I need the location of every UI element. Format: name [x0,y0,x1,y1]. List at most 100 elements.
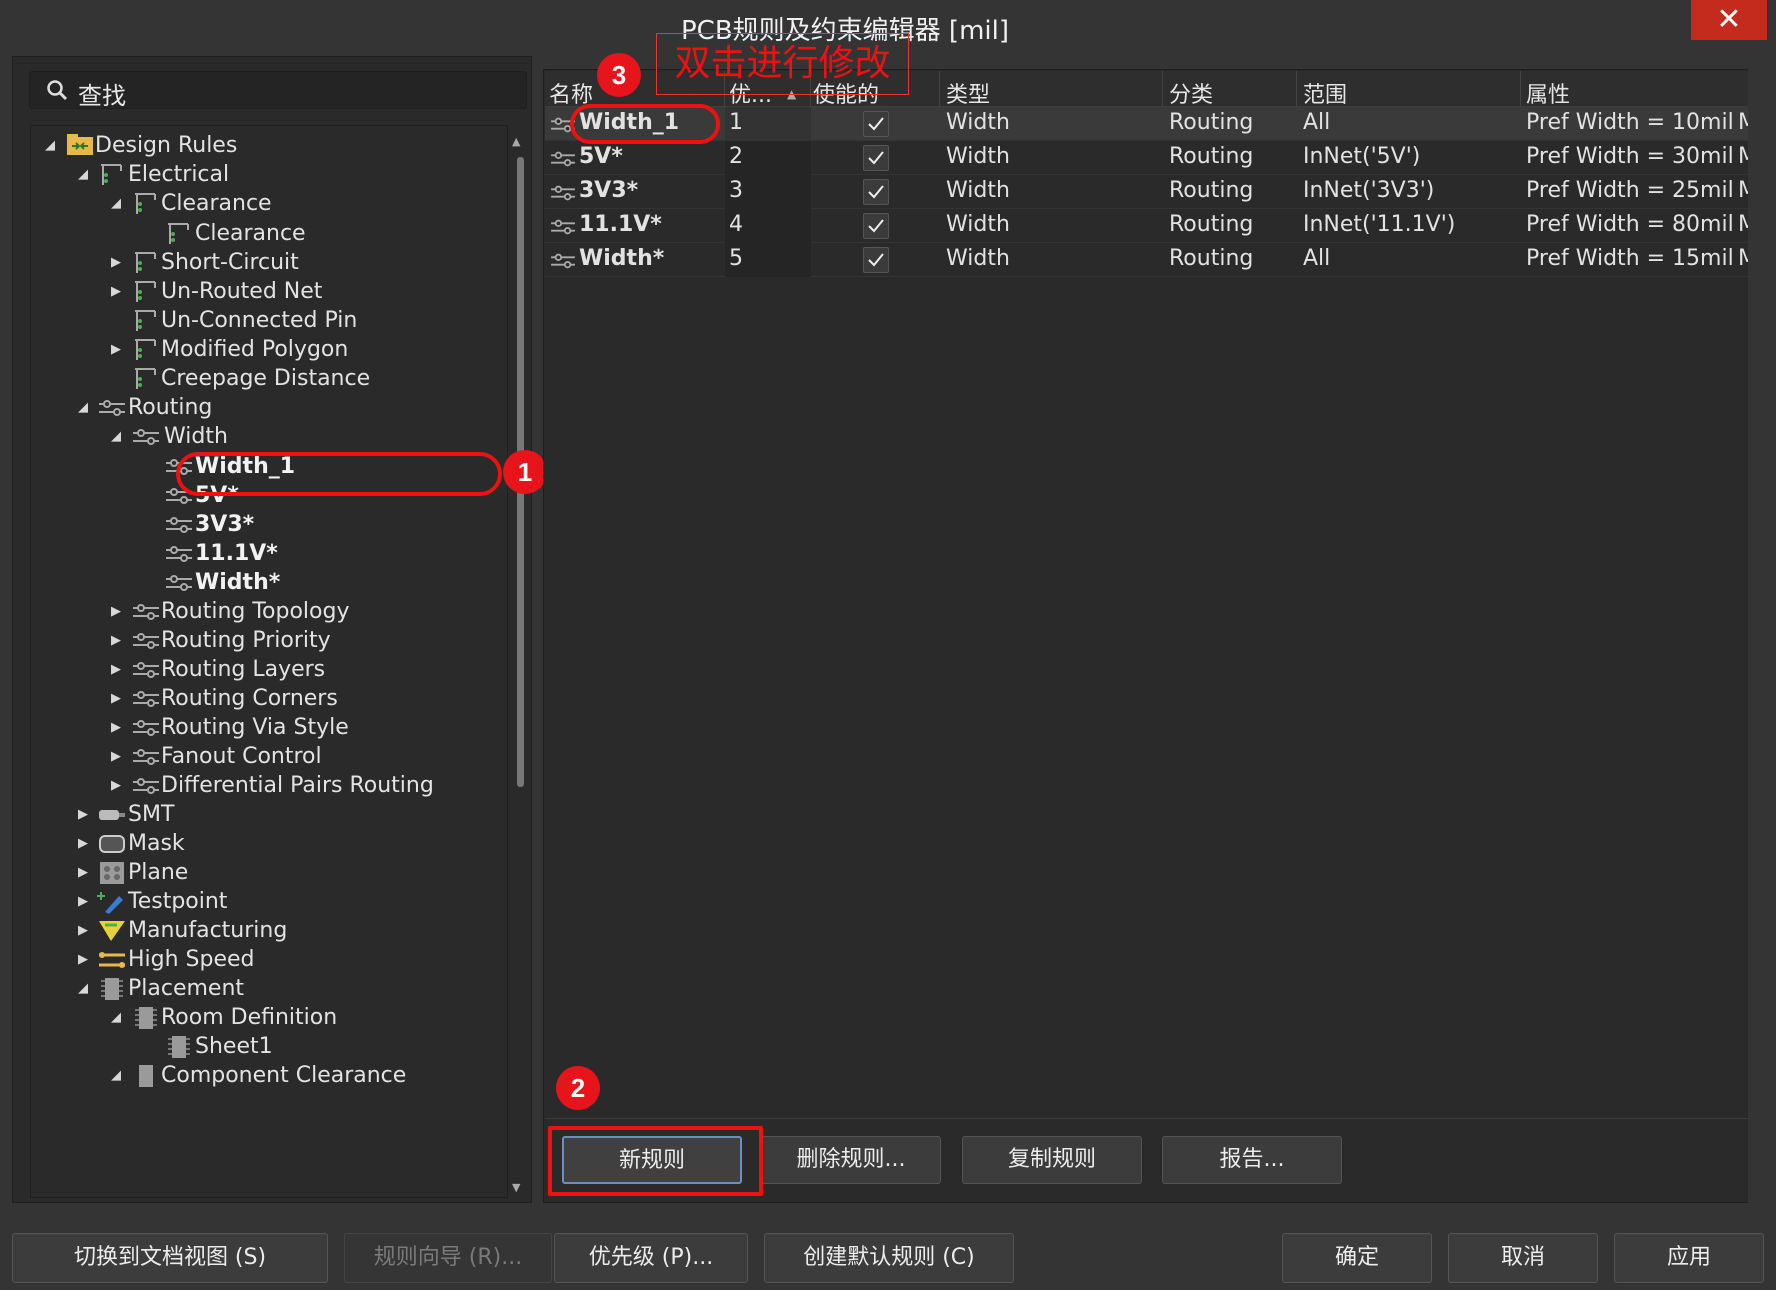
cell-name[interactable]: 11.1V* [579,212,662,237]
cancel-button[interactable]: 取消 [1448,1233,1598,1283]
testpoint-icon [97,892,123,914]
rules-grid: 名称 优... ▲ 使能的 类型 分类 范围 属性 Width_1 1 Widt… [545,71,1748,1116]
table-row[interactable]: Width_1 1 Width Routing All Pref Width =… [545,107,1748,141]
cell-name[interactable]: 3V3* [579,178,638,203]
rule-wizard-button[interactable]: 规则向导 (R)... [344,1233,552,1283]
routing-rule-icon [133,429,159,445]
cell-scope: InNet('3V3') [1303,178,1435,203]
collapse-arrow-icon[interactable]: ◢ [111,187,127,220]
cell-name[interactable]: 5V* [579,144,623,169]
duplicate-rule-button[interactable]: 复制规则 [962,1136,1142,1184]
checkmark-icon [868,117,884,131]
routing-rule-icon [133,778,159,794]
header-category[interactable]: 分类 [1169,77,1213,109]
routing-rule-icon [166,517,192,533]
collapse-arrow-icon[interactable]: ◢ [78,158,94,191]
step-3-marker: 3 [597,53,641,97]
tree-label: Clearance [161,191,272,216]
table-row[interactable]: 11.1V* 4 Width Routing InNet('11.1V') Pr… [545,209,1748,243]
routing-rule-icon [551,185,575,201]
rules-editor-window: PCB规则及约束编辑器 [mil] ✕ 查找 ◢ Design Rules ◢ … [0,0,1776,1290]
header-type[interactable]: 类型 [946,77,990,109]
rules-grid-panel: 名称 优... ▲ 使能的 类型 分类 范围 属性 Width_1 1 Widt… [543,69,1748,1203]
cell-category: Routing [1169,178,1254,203]
delete-rule-button[interactable]: 删除规则... [761,1136,941,1184]
highlight-width1-row [570,104,720,144]
enabled-checkbox[interactable] [863,111,889,137]
enabled-checkbox[interactable] [863,179,889,205]
report-button[interactable]: 报告... [1162,1136,1342,1184]
step-2-marker: 2 [556,1066,600,1110]
scroll-up-icon[interactable]: ▲ [512,135,520,148]
cell-name[interactable]: Width* [579,246,664,271]
expand-arrow-icon[interactable]: ▶ [111,769,127,802]
high-speed-icon [99,952,125,968]
cell-type: Width [946,144,1010,169]
highlight-new-rule [548,1126,763,1196]
cell-type: Width [946,246,1010,271]
highlight-width-node [176,452,502,496]
cell-scope: All [1303,246,1331,271]
routing-rule-icon [133,604,159,620]
enabled-checkbox[interactable] [863,247,889,273]
table-row[interactable]: 3V3* 3 Width Routing InNet('3V3') Pref W… [545,175,1748,209]
collapse-arrow-icon[interactable]: ◢ [111,1001,127,1034]
enabled-checkbox[interactable] [863,145,889,171]
cell-category: Routing [1169,246,1254,271]
cell-attributes: Pref Width = 25mil [1526,178,1734,203]
collapse-arrow-icon[interactable]: ◢ [111,1059,127,1092]
header-scope[interactable]: 范围 [1303,77,1347,109]
search-input[interactable]: 查找 [29,71,527,110]
collapse-arrow-icon[interactable]: ◢ [111,420,127,453]
tree-scrollbar[interactable]: ▲ ▼ [508,125,528,1198]
cell-priority: 5 [729,246,743,271]
tree-label: Width [164,424,228,449]
plane-icon [100,862,124,884]
collapse-arrow-icon[interactable]: ◢ [78,972,94,1005]
clearance-rule-icon [168,223,189,244]
routing-rule-icon [133,633,159,649]
cell-scope: All [1303,110,1331,135]
rule-tree: ◢ Design Rules ◢ Electrical ◢ Clearance … [30,125,508,1198]
cell-priority: 3 [729,178,743,203]
electrical-rule-icon [135,281,156,302]
switch-doc-view-button[interactable]: 切换到文档视图 (S) [12,1233,328,1283]
placement-icon [101,978,123,1000]
checkmark-icon [868,219,884,233]
checkmark-icon [868,185,884,199]
scroll-down-icon[interactable]: ▼ [512,1181,520,1194]
cell-overflow: M [1738,110,1748,135]
table-row[interactable]: 5V* 2 Width Routing InNet('5V') Pref Wid… [545,141,1748,175]
expand-arrow-icon[interactable]: ▶ [111,275,127,308]
cell-type: Width [946,178,1010,203]
cell-overflow: M [1738,178,1748,203]
cell-attributes: Pref Width = 30mil [1526,144,1734,169]
rule-tree-panel: 查找 ◢ Design Rules ◢ Electrical ◢ Clearan… [12,56,532,1203]
priorities-button[interactable]: 优先级 (P)... [554,1233,748,1283]
cell-attributes: Pref Width = 80mil [1526,212,1734,237]
close-button[interactable]: ✕ [1691,0,1767,40]
enabled-checkbox[interactable] [863,213,889,239]
mask-icon [99,835,125,853]
ok-button[interactable]: 确定 [1282,1233,1432,1283]
routing-rule-icon [133,720,159,736]
cell-scope: InNet('5V') [1303,144,1421,169]
tree-label: Component Clearance [161,1063,407,1088]
expand-arrow-icon[interactable]: ▶ [111,333,127,366]
search-icon [47,80,68,101]
cell-overflow: M [1738,144,1748,169]
routing-rule-icon [166,546,192,562]
cell-category: Routing [1169,212,1254,237]
step-1-marker: 1 [503,450,547,494]
checkmark-icon [868,253,884,267]
apply-button[interactable]: 应用 [1614,1233,1764,1283]
electrical-rule-icon [135,339,156,360]
cell-attributes: Pref Width = 15mil [1526,246,1734,271]
collapse-arrow-icon[interactable]: ◢ [78,391,94,424]
create-default-rules-button[interactable]: 创建默认规则 (C) [764,1233,1014,1283]
checkmark-icon [868,151,884,165]
table-row[interactable]: Width* 5 Width Routing All Pref Width = … [545,243,1748,277]
annotation-note: 双击进行修改 [656,33,909,95]
collapse-arrow-icon[interactable]: ◢ [45,129,61,162]
header-attributes[interactable]: 属性 [1526,77,1570,109]
